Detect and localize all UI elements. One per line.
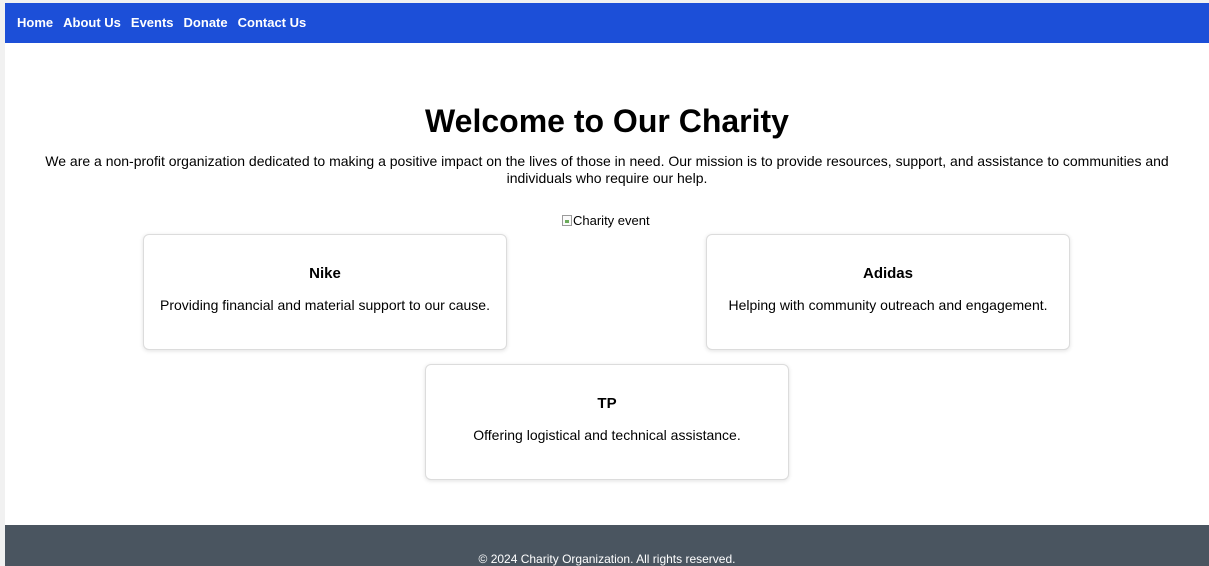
- charity-event-image: Charity event: [562, 212, 650, 228]
- page-footer: © 2024 Charity Organization. All rights …: [5, 525, 1209, 566]
- broken-image-icon: [562, 214, 572, 226]
- nav-item-donate[interactable]: Donate: [184, 3, 228, 43]
- sponsor-name: Nike: [309, 265, 341, 282]
- sponsor-card-tp: TP Offering logistical and technical ass…: [425, 364, 789, 480]
- nav-item-contact-us[interactable]: Contact Us: [238, 3, 307, 43]
- image-alt-text: Charity event: [573, 212, 650, 228]
- sponsor-name: Adidas: [862, 265, 913, 282]
- copyright-text: © 2024 Charity Organization. All rights …: [478, 552, 736, 566]
- nav-item-home[interactable]: Home: [17, 3, 53, 43]
- intro-paragraph: We are a non-profit organization dedicat…: [45, 153, 1169, 186]
- page-title: Welcome to Our Charity: [425, 103, 789, 139]
- sponsor-description: Offering logistical and technical assist…: [473, 427, 741, 443]
- sponsor-card-nike: Nike Providing financial and material su…: [143, 234, 507, 350]
- sponsor-description: Providing financial and material support…: [160, 297, 490, 313]
- nav-item-about-us[interactable]: About Us: [63, 3, 121, 43]
- sponsor-name: TP: [597, 395, 617, 412]
- sponsor-card-adidas: Adidas Helping with community outreach a…: [706, 234, 1070, 350]
- nav-item-events[interactable]: Events: [131, 3, 174, 43]
- sponsor-description: Helping with community outreach and enga…: [728, 297, 1048, 313]
- top-navigation: Home About Us Events Donate Contact Us: [5, 3, 1209, 43]
- page-frame: Home About Us Events Donate Contact Us W…: [5, 3, 1209, 566]
